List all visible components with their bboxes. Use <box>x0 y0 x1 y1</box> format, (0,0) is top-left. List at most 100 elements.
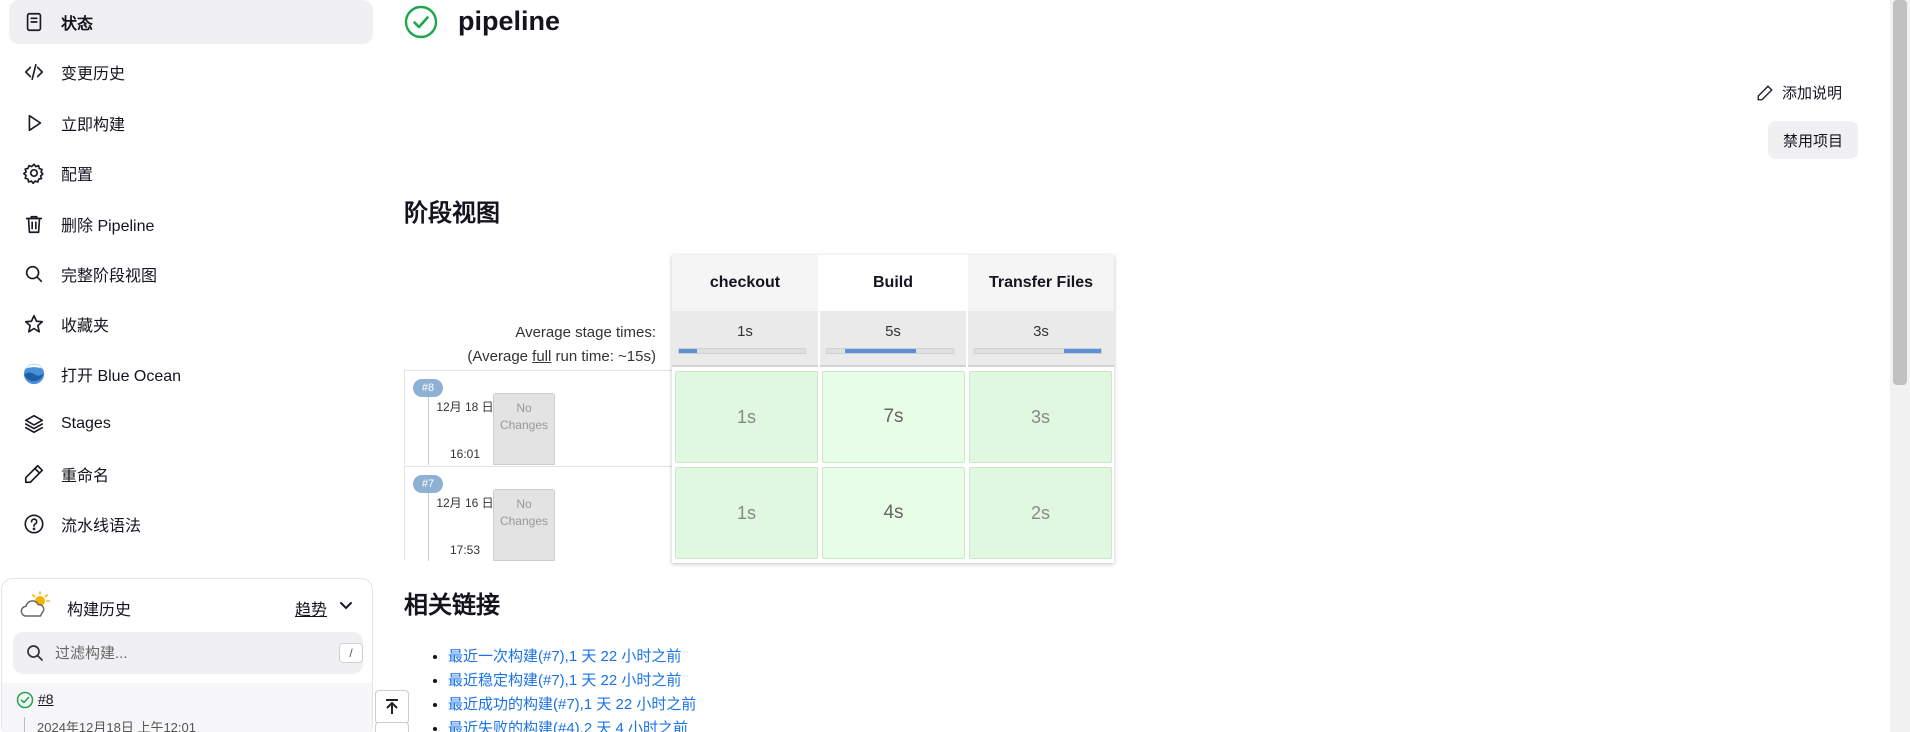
run-timeline <box>428 397 429 465</box>
sidebar-item-label: 重命名 <box>61 468 110 485</box>
star-icon <box>22 312 46 336</box>
page-scrollbar-thumb[interactable] <box>1893 0 1907 385</box>
related-link[interactable]: 最近失败的构建(#4),2 天 4 小时之前 <box>448 720 688 732</box>
no-changes-box[interactable]: No Changes <box>493 393 555 465</box>
build-date: 2024年12月18日 上午12:01 <box>24 717 196 732</box>
success-check-icon <box>16 691 34 709</box>
run-badge[interactable]: #7 <box>413 475 443 493</box>
gear-icon <box>22 161 46 185</box>
stage-cell[interactable]: 1s <box>675 467 818 559</box>
stage-average-time: 5s <box>885 323 901 340</box>
search-icon <box>27 645 43 661</box>
list-item: 最近成功的构建(#7),1 天 22 小时之前 <box>448 693 696 717</box>
scroll-to-top-button[interactable] <box>375 690 409 724</box>
average-stage-times-line: Average stage times: <box>515 324 656 341</box>
play-icon <box>22 111 46 135</box>
trend-link[interactable]: 趋势 <box>295 596 327 620</box>
trash-icon <box>22 212 46 236</box>
sidebar: 状态 变更历史 立即构建 配置 删除 Pipeline 完整阶段视图 收藏夹 打… <box>0 0 382 732</box>
related-link[interactable]: 最近稳定构建(#7),1 天 22 小时之前 <box>448 672 681 689</box>
stage-average-time: 1s <box>737 323 753 340</box>
chevron-down-icon[interactable] <box>338 597 354 613</box>
avg-prefix: (Average <box>467 348 533 365</box>
build-history-title: 构建历史 <box>67 602 132 619</box>
sidebar-item-full-stage-view[interactable]: 完整阶段视图 <box>9 252 373 296</box>
build-filter-search: / <box>13 632 363 674</box>
sidebar-item-pipeline-syntax[interactable]: 流水线语法 <box>9 502 373 546</box>
code-icon <box>22 60 46 84</box>
related-link[interactable]: 最近成功的构建(#7),1 天 22 小时之前 <box>448 696 696 713</box>
related-links-list: 最近一次构建(#7),1 天 22 小时之前 最近稳定构建(#7),1 天 22… <box>448 645 696 732</box>
stage-cell[interactable]: 1s <box>675 371 818 463</box>
scroll-down-button[interactable] <box>375 722 409 732</box>
stage-cell[interactable]: 4s <box>822 467 965 559</box>
stage-average-checkout: 1s <box>672 311 818 367</box>
build-history-panel: 构建历史 趋势 / #8 2024年12月18日 上午12:01 <box>1 578 373 732</box>
sidebar-item-delete[interactable]: 删除 Pipeline <box>9 202 373 246</box>
weather-cloud-sun-icon <box>20 591 50 617</box>
disable-project-button[interactable]: 禁用项目 <box>1768 121 1858 159</box>
add-description-link[interactable]: 添加说明 <box>1756 82 1842 103</box>
stage-view-grid: checkout 1s 1s 1s Build 5s 7s 4s Transfe… <box>672 255 1114 563</box>
stage-header-checkout: checkout <box>672 255 818 311</box>
avg-suffix: run time: ~15s) <box>551 348 656 365</box>
stage-average-fill <box>679 349 697 353</box>
run-date: 12月 18 日 <box>436 400 494 414</box>
page-title: pipeline <box>458 6 561 36</box>
sidebar-item-label: 立即构建 <box>61 117 126 134</box>
list-item: 最近失败的构建(#4),2 天 4 小时之前 <box>448 717 696 732</box>
run-badge[interactable]: #8 <box>413 379 443 397</box>
status-icon <box>22 10 46 34</box>
full-run-link[interactable]: full <box>532 348 551 365</box>
add-description-label: 添加说明 <box>1782 85 1843 102</box>
run-row-8: #8 12月 18 日 16:01 No Changes <box>404 370 672 465</box>
stage-average-fill <box>1064 349 1101 353</box>
run-date: 12月 16 日 <box>436 496 494 510</box>
stage-cell[interactable]: 2s <box>969 467 1112 559</box>
run-row-7: #7 12月 16 日 17:53 No Changes <box>404 466 672 561</box>
list-item: 最近一次构建(#7),1 天 22 小时之前 <box>448 645 696 669</box>
related-link[interactable]: 最近一次构建(#7),1 天 22 小时之前 <box>448 648 681 665</box>
sidebar-item-status[interactable]: 状态 <box>9 0 373 44</box>
keyboard-shortcut-hint: / <box>339 643 363 663</box>
sidebar-item-stages[interactable]: Stages <box>9 402 373 446</box>
layers-icon <box>22 412 46 436</box>
sidebar-item-label: 删除 Pipeline <box>61 218 155 235</box>
related-links-heading: 相关链接 <box>404 592 500 619</box>
stage-average-fill <box>844 349 917 353</box>
stage-average-bar <box>974 348 1102 354</box>
stage-average-time: 3s <box>1033 323 1049 340</box>
list-item: 最近稳定构建(#7),1 天 22 小时之前 <box>448 669 696 693</box>
search-icon <box>22 262 46 286</box>
pencil-icon <box>22 462 46 486</box>
average-run-time-line: (Average full run time: ~15s) <box>404 345 656 369</box>
stage-header-transfer-files: Transfer Files <box>968 255 1114 311</box>
sidebar-item-rename[interactable]: 重命名 <box>9 452 373 496</box>
run-timeline <box>428 493 429 561</box>
no-changes-box[interactable]: No Changes <box>493 489 555 561</box>
arrow-up-to-line-icon <box>386 699 398 714</box>
sidebar-item-build-now[interactable]: 立即构建 <box>9 101 373 145</box>
sidebar-item-label: Stages <box>61 415 111 432</box>
sidebar-item-label: 完整阶段视图 <box>61 268 158 285</box>
sidebar-item-label: 变更历史 <box>61 66 126 83</box>
stage-cell[interactable]: 3s <box>969 371 1112 463</box>
build-number-link[interactable]: #8 <box>38 691 54 707</box>
average-stage-times-label: Average stage times: (Average full run t… <box>404 321 656 369</box>
build-history-header: 构建历史 趋势 <box>2 579 372 629</box>
sidebar-item-label: 状态 <box>61 16 94 33</box>
sidebar-item-blue-ocean[interactable]: 打开 Blue Ocean <box>9 352 373 396</box>
run-time: 16:01 <box>449 447 481 461</box>
help-icon <box>22 512 46 536</box>
stage-average-bar <box>826 348 954 354</box>
blue-ocean-icon <box>22 362 46 386</box>
sidebar-item-configure[interactable]: 配置 <box>9 151 373 195</box>
sidebar-item-label: 收藏夹 <box>61 318 110 335</box>
sidebar-item-changes[interactable]: 变更历史 <box>9 50 373 94</box>
sidebar-item-favorites[interactable]: 收藏夹 <box>9 302 373 346</box>
stage-view-heading: 阶段视图 <box>404 200 500 227</box>
stage-average-transfer-files: 3s <box>968 311 1114 367</box>
run-time: 17:53 <box>449 543 481 557</box>
stage-cell[interactable]: 7s <box>822 371 965 463</box>
build-filter-input[interactable] <box>55 640 315 666</box>
